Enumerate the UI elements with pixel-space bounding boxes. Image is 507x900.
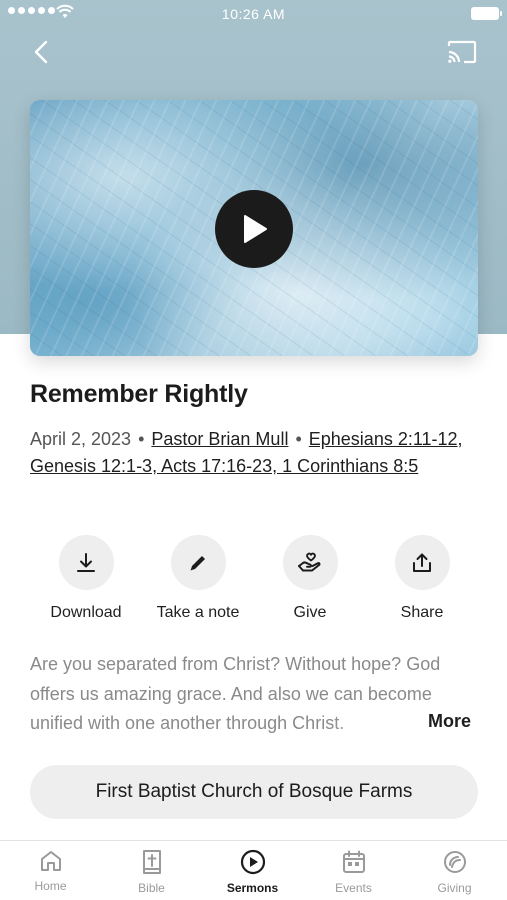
battery-icon <box>471 7 502 20</box>
description-fade <box>330 707 440 737</box>
give-label: Give <box>293 604 327 621</box>
share-label: Share <box>400 604 444 621</box>
back-button[interactable] <box>26 36 56 68</box>
tab-giving-label: Giving <box>437 881 472 895</box>
status-time: 10:26 AM <box>221 6 286 22</box>
bible-icon <box>142 850 161 874</box>
tab-home[interactable]: Home <box>0 849 101 893</box>
home-icon <box>40 851 61 871</box>
speaker-link[interactable]: Pastor Brian Mull <box>151 429 288 449</box>
giving-hand-icon <box>282 535 338 590</box>
more-button[interactable]: More <box>428 711 471 732</box>
tab-bible[interactable]: Bible <box>101 849 202 895</box>
download-button[interactable]: Download <box>30 535 142 622</box>
sermon-date: April 2, 2023 <box>30 429 132 449</box>
cast-icon <box>447 40 477 64</box>
give-button[interactable]: Give <box>254 535 366 622</box>
chevron-left-icon <box>34 40 48 64</box>
share-button[interactable]: Share <box>366 535 478 622</box>
download-icon <box>58 535 114 590</box>
tab-events-label: Events <box>335 881 372 895</box>
pencil-icon <box>170 535 226 590</box>
status-bar: 10:26 AM <box>0 0 507 28</box>
take-a-note-label: Take a note <box>156 604 240 621</box>
calendar-icon <box>342 850 365 873</box>
sermon-actions: Download Take a note Give Share <box>30 535 478 625</box>
tab-home-label: Home <box>34 879 67 893</box>
tab-giving[interactable]: Giving <box>404 849 505 895</box>
tab-sermons[interactable]: Sermons <box>202 849 303 895</box>
giving-icon <box>443 851 466 873</box>
download-label: Download <box>50 604 122 621</box>
play-circle-icon <box>240 849 265 875</box>
church-name-button[interactable]: First Baptist Church of Bosque Farms <box>30 765 478 819</box>
sermon-meta: April 2, 2023 • Pastor Brian Mull • Ephe… <box>30 429 463 476</box>
tab-bible-label: Bible <box>138 881 165 895</box>
sermon-video-thumbnail[interactable] <box>30 100 478 356</box>
cast-button[interactable] <box>445 36 479 68</box>
play-icon <box>244 215 267 243</box>
bottom-tab-bar: Home Bible Sermons Events Giving <box>0 840 507 900</box>
share-icon <box>394 535 450 590</box>
tab-sermons-label: Sermons <box>226 881 279 895</box>
sermon-title: Remember Rightly <box>30 380 248 408</box>
take-a-note-button[interactable]: Take a note <box>142 535 254 622</box>
play-button[interactable] <box>215 190 293 268</box>
tab-events[interactable]: Events <box>303 849 404 895</box>
